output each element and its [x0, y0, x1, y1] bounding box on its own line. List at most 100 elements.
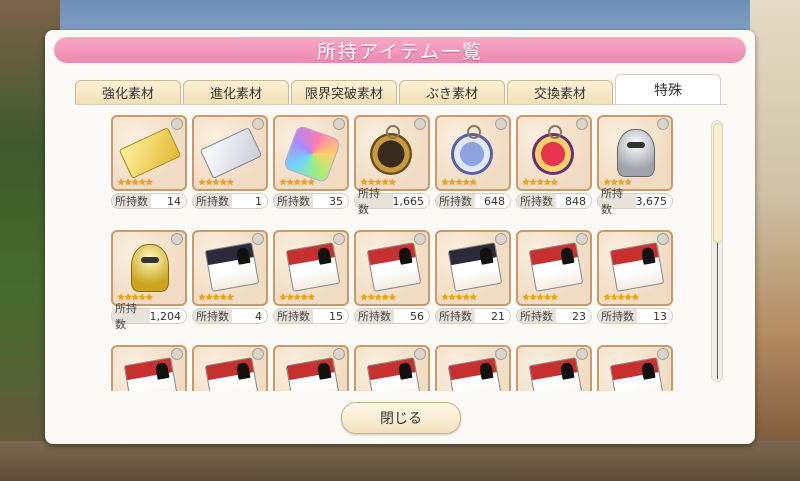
- item-thumbnail[interactable]: [111, 345, 187, 391]
- item-cell[interactable]: ★★★★★ 所持数 21: [435, 230, 511, 328]
- count-value: 4: [255, 309, 262, 323]
- count-label: 所持数: [112, 302, 150, 331]
- item-thumbnail[interactable]: ★★★★★: [597, 230, 673, 306]
- item-cell[interactable]: ★★★★★ 所持数 848: [516, 115, 592, 213]
- scrollbar-thumb[interactable]: [713, 123, 723, 243]
- item-cell[interactable]: ★★★★★ 所持数 14: [111, 115, 187, 213]
- item-count: 所持数 1,665: [354, 187, 430, 216]
- tab-evolution-materials[interactable]: 進化素材: [183, 80, 289, 104]
- tab-special[interactable]: 特殊: [615, 74, 721, 105]
- item-thumbnail[interactable]: [597, 345, 673, 391]
- ticket-red-icon: [445, 355, 503, 391]
- count-value: 35: [329, 194, 343, 208]
- watch-blue-icon: [445, 125, 501, 177]
- tab-enhance-materials[interactable]: 強化素材: [75, 80, 181, 104]
- item-cell[interactable]: [516, 345, 592, 391]
- rarity-stars: ★★★★★: [117, 178, 153, 188]
- item-count: 所持数 56: [354, 308, 430, 324]
- item-cell[interactable]: ★★★★★ 所持数 35: [273, 115, 349, 213]
- ticket-red-icon: [283, 355, 341, 391]
- ticket-dark-icon: [445, 240, 503, 292]
- scrollbar[interactable]: [711, 120, 723, 382]
- item-cell[interactable]: ★★★★★ 所持数 15: [273, 230, 349, 328]
- rarity-stars: ★★★★★: [198, 293, 234, 303]
- item-cell[interactable]: ★★★★★ 所持数 4: [192, 230, 268, 328]
- item-count: 所持数 21: [435, 308, 511, 324]
- rarity-stars: ★★★★★: [279, 178, 315, 188]
- count-value: 1: [255, 194, 262, 208]
- item-count: 所持数 13: [597, 308, 673, 324]
- item-cell[interactable]: ★★★★★ 所持数 1: [192, 115, 268, 213]
- item-cell[interactable]: ★★★★★ 所持数 648: [435, 115, 511, 213]
- item-count: 所持数 14: [111, 193, 187, 209]
- rarity-stars: ★★★★★: [441, 293, 477, 303]
- item-thumbnail[interactable]: ★★★★★: [273, 115, 349, 191]
- item-thumbnail[interactable]: ★★★★★: [516, 115, 592, 191]
- watch-gold-icon: [364, 125, 420, 177]
- item-thumbnail[interactable]: ★★★★★: [354, 230, 430, 306]
- item-thumbnail[interactable]: [354, 345, 430, 391]
- item-count: 所持数 1: [192, 193, 268, 209]
- item-thumbnail[interactable]: ★★★★★: [516, 230, 592, 306]
- item-thumbnail[interactable]: ★★★★★: [111, 230, 187, 306]
- watch-red-icon: [526, 125, 582, 177]
- count-value: 1,665: [392, 194, 425, 208]
- count-label: 所持数: [274, 194, 313, 208]
- item-count: 所持数 1,204: [111, 302, 187, 331]
- item-grid-panel[interactable]: ★★★★★ 所持数 14 ★★★★★ 所持数 1 ★★★★★ 所持数 35 ★★★★★ 所持数 1,6…: [75, 104, 727, 391]
- item-cell[interactable]: ★★★★★ 所持数 1,204: [111, 230, 187, 331]
- item-count: 所持数 848: [516, 193, 592, 209]
- count-label: 所持数: [436, 309, 475, 323]
- item-thumbnail[interactable]: ★★★★★: [111, 115, 187, 191]
- item-cell[interactable]: ★★★★ 所持数 3,675: [597, 115, 673, 216]
- count-label: 所持数: [355, 187, 393, 216]
- item-thumbnail[interactable]: ★★★★: [597, 115, 673, 191]
- dialog-title: 所持アイテム一覧: [54, 37, 746, 63]
- item-list-dialog: 所持アイテム一覧 強化素材 進化素材 限界突破素材 ぶき素材 交換素材 特殊 ★…: [45, 30, 755, 444]
- count-label: 所持数: [517, 194, 556, 208]
- count-label: 所持数: [112, 194, 151, 208]
- ticket-red-icon: [607, 355, 665, 391]
- item-cell[interactable]: [273, 345, 349, 391]
- item-cell[interactable]: [597, 345, 673, 391]
- item-thumbnail[interactable]: ★★★★★: [192, 115, 268, 191]
- item-thumbnail[interactable]: ★★★★★: [273, 230, 349, 306]
- item-cell[interactable]: [435, 345, 511, 391]
- close-button[interactable]: 閉じる: [341, 402, 461, 434]
- item-cell[interactable]: ★★★★★ 所持数 1,665: [354, 115, 430, 216]
- count-value: 648: [484, 194, 505, 208]
- count-value: 14: [167, 194, 181, 208]
- item-thumbnail[interactable]: [273, 345, 349, 391]
- item-thumbnail[interactable]: ★★★★★: [192, 230, 268, 306]
- item-cell[interactable]: ★★★★★ 所持数 56: [354, 230, 430, 328]
- rarity-stars: ★★★★★: [360, 293, 396, 303]
- item-thumbnail[interactable]: ★★★★★: [435, 230, 511, 306]
- item-thumbnail[interactable]: ★★★★★: [354, 115, 430, 191]
- item-thumbnail[interactable]: [516, 345, 592, 391]
- count-value: 13: [653, 309, 667, 323]
- tab-limit-break-materials[interactable]: 限界突破素材: [291, 80, 397, 104]
- item-thumbnail[interactable]: ★★★★★: [435, 115, 511, 191]
- item-cell[interactable]: ★★★★★ 所持数 23: [516, 230, 592, 328]
- tab-exchange-materials[interactable]: 交換素材: [507, 80, 613, 104]
- count-value: 21: [491, 309, 505, 323]
- item-cell[interactable]: [111, 345, 187, 391]
- item-count: 所持数 35: [273, 193, 349, 209]
- item-cell[interactable]: [192, 345, 268, 391]
- ticket-red-icon: [526, 355, 584, 391]
- rarity-stars: ★★★★★: [198, 178, 234, 188]
- bot-gold-icon: [121, 240, 177, 292]
- count-label: 所持数: [436, 194, 475, 208]
- count-value: 1,204: [149, 309, 182, 323]
- tab-weapon-materials[interactable]: ぶき素材: [399, 80, 505, 104]
- background-street: [0, 441, 800, 481]
- rarity-stars: ★★★★★: [441, 178, 477, 188]
- item-thumbnail[interactable]: [192, 345, 268, 391]
- item-thumbnail[interactable]: [435, 345, 511, 391]
- item-cell[interactable]: [354, 345, 430, 391]
- bot-silver-icon: [607, 125, 663, 177]
- ticket-red-icon: [607, 240, 665, 292]
- item-cell[interactable]: ★★★★★ 所持数 13: [597, 230, 673, 328]
- count-label: 所持数: [598, 187, 636, 216]
- item-count: 所持数 4: [192, 308, 268, 324]
